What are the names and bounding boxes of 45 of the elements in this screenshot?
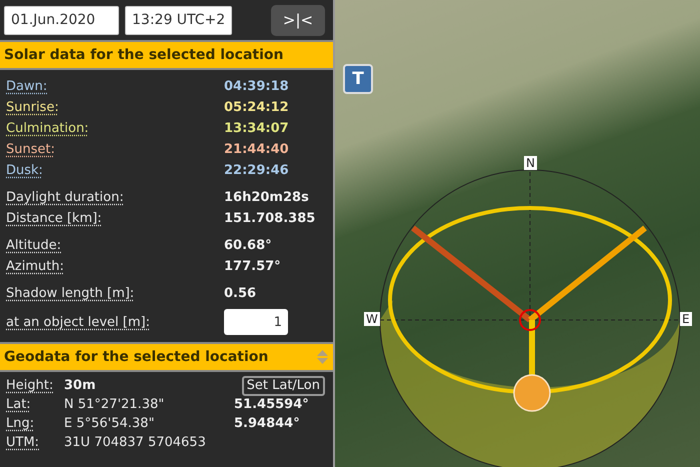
row-label: Azimuth: xyxy=(6,259,65,274)
date-field[interactable]: 01.Jun.2020 xyxy=(4,6,119,34)
set-lat-lon-button[interactable]: Set Lat/Lon xyxy=(242,376,325,396)
row-label: Altitude: xyxy=(6,238,62,253)
row-label: Sunrise: xyxy=(6,100,60,115)
section-title: Geodata for the selected location xyxy=(4,349,268,365)
compass-label: W xyxy=(364,312,380,326)
compass-label: E xyxy=(680,312,692,326)
row-value: 16h20m28s xyxy=(224,190,309,205)
row-value: E 5°56'54.38" xyxy=(64,416,156,431)
row-value: 151.708.385 xyxy=(224,211,316,226)
row-label: Culmination: xyxy=(6,121,90,136)
sun-marker xyxy=(513,374,551,412)
row-label: Dawn: xyxy=(6,79,48,94)
row-label: Height: xyxy=(6,378,54,393)
row-label: Daylight duration: xyxy=(6,190,125,205)
row-label: Dusk: xyxy=(6,163,44,178)
row-value: 22:29:46 xyxy=(224,163,289,178)
compass-label: N xyxy=(524,156,537,170)
collapse-button[interactable]: >|< xyxy=(271,4,325,36)
row-value: 60.68° xyxy=(224,238,272,253)
time-field[interactable]: 13:29 UTC+2 xyxy=(125,6,232,34)
row-value: 05:24:12 xyxy=(224,100,289,115)
row-value: 21:44:40 xyxy=(224,142,289,157)
row-value: 177.57° xyxy=(224,259,281,274)
location-marker[interactable] xyxy=(519,309,541,331)
row-label: Lat: xyxy=(6,397,32,412)
object-level-field[interactable]: 1 xyxy=(224,309,288,335)
row-label: Distance [km]: xyxy=(6,211,103,226)
row-label: Sunset: xyxy=(6,142,56,157)
row-value: 31U 704837 5704653 xyxy=(64,435,207,450)
section-header[interactable]: Solar data for the selected location xyxy=(0,40,333,70)
row-label: Shadow length [m]: xyxy=(6,286,136,301)
row-value: N 51°27'21.38" xyxy=(64,397,166,412)
row-label: UTM: xyxy=(6,435,40,450)
row-label: at an object level [m]: xyxy=(6,314,151,330)
section-header[interactable]: Geodata for the selected location xyxy=(0,342,333,372)
row-value: 0.56 xyxy=(224,286,256,301)
row-label: Lng: xyxy=(6,416,36,431)
row-value: 51.45594° xyxy=(234,397,309,412)
row-value: 13:34:07 xyxy=(224,121,289,136)
row-value: 04:39:18 xyxy=(224,79,289,94)
row-value: 5.94844° xyxy=(234,416,300,431)
row-value: 30m xyxy=(64,378,96,393)
layer-button[interactable]: T xyxy=(343,64,373,94)
